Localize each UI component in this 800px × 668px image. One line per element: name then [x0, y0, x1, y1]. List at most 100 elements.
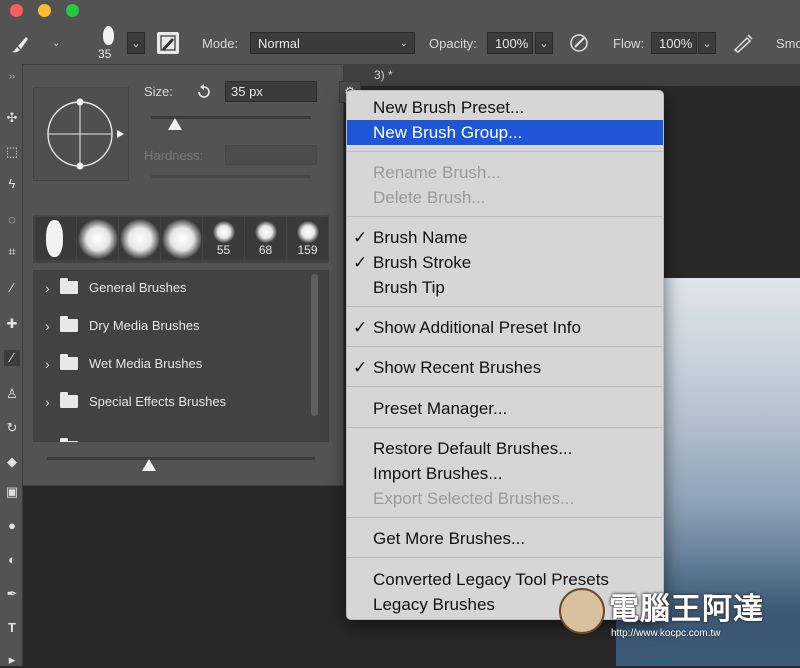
folder-icon [60, 316, 78, 332]
opacity-label: Opacity: [429, 36, 477, 51]
menu-separator [347, 306, 663, 307]
mode-select[interactable]: Normal ⌄ [250, 32, 415, 54]
airbrush-button[interactable] [731, 32, 755, 54]
menu-item-show-recent-brushes[interactable]: ✓ Show Recent Brushes [347, 355, 663, 380]
menu-item-preset-manager[interactable]: Preset Manager... [347, 396, 663, 421]
brush-panel-flyout-menu: New Brush Preset... New Brush Group... R… [346, 90, 664, 620]
folder-row[interactable]: › Special Effects Brushes [33, 384, 309, 422]
close-window-button[interactable] [10, 4, 23, 17]
recent-brush-tip[interactable] [35, 217, 76, 260]
menu-item-new-brush-group[interactable]: New Brush Group... [347, 120, 663, 145]
menu-item-brush-tip[interactable]: Brush Tip [347, 275, 663, 300]
zoom-window-button[interactable] [66, 4, 79, 17]
folder-row[interactable]: › Dry Media Brushes [33, 308, 309, 346]
folder-icon [60, 392, 78, 408]
clone-stamp-tool-icon[interactable]: ♙ [4, 386, 20, 402]
brush-angle-preview[interactable] [33, 87, 129, 181]
preview-size-slider-thumb[interactable] [142, 459, 156, 471]
chevron-right-icon: › [45, 440, 50, 442]
preview-size-slider-track[interactable] [47, 457, 315, 460]
brush-size-readout: 35 [98, 47, 112, 61]
reset-size-button[interactable] [195, 83, 213, 101]
menu-item-restore-default-brushes[interactable]: Restore Default Brushes... [347, 436, 663, 461]
folder-row[interactable]: › General Brushes [33, 270, 309, 308]
recent-brush-tip[interactable]: 55 [203, 217, 244, 260]
history-brush-tool-icon[interactable]: ↻ [4, 420, 20, 436]
airbrush-icon [733, 34, 753, 53]
blur-tool-icon[interactable]: ● [4, 518, 20, 534]
healing-tool-icon[interactable]: ✚ [4, 316, 20, 332]
menu-item-delete-brush: Delete Brush... [373, 188, 486, 207]
watermark-brand-text: 電腦王阿達 [609, 593, 764, 626]
mascot-logo [559, 588, 605, 634]
recent-brush-tip[interactable]: 68 [245, 217, 286, 260]
gradient-tool-icon[interactable]: ▣ [4, 484, 20, 500]
flow-dropdown-button[interactable]: ⌄ [698, 32, 716, 54]
hardness-label: Hardness: [144, 148, 204, 163]
minimize-window-button[interactable] [38, 4, 51, 17]
menu-item-rename-brush: Rename Brush... [373, 163, 501, 182]
brush-preset-panel: Size: 35 px ⚙ Hardness: 55 68 159 [22, 64, 361, 486]
pressure-opacity-button[interactable] [568, 32, 590, 54]
menu-item-get-more-brushes[interactable]: Get More Brushes... [347, 526, 663, 551]
brush-folder-list: › General Brushes › Dry Media Brushes › … [33, 270, 329, 442]
hardness-slider-track [151, 175, 311, 178]
soft-round-brush-tip-icon [161, 219, 202, 259]
eraser-tool-icon[interactable]: ◆ [4, 454, 20, 470]
brush-preset-dropdown-button[interactable]: ⌄ [127, 32, 145, 54]
chevron-right-icon: › [45, 318, 50, 334]
size-input[interactable]: 35 px [225, 81, 317, 102]
menu-separator [347, 346, 663, 347]
pen-tool-icon[interactable]: ✒ [4, 586, 20, 602]
brush-preset-picker[interactable]: 35 [90, 26, 130, 62]
folder-row[interactable]: › [33, 430, 309, 442]
spatter-brush-tip-icon [46, 220, 63, 257]
brush-tip-size: 68 [258, 243, 273, 257]
recent-brush-tip[interactable] [77, 217, 118, 260]
lasso-tool-icon[interactable]: ϟ [4, 176, 20, 192]
menu-item-new-brush-preset[interactable]: New Brush Preset... [347, 95, 663, 120]
opacity-input[interactable]: 100% [487, 32, 533, 54]
menu-separator [347, 427, 663, 428]
size-label: Size: [144, 84, 173, 99]
tool-preset-picker[interactable]: ⌄ [8, 33, 61, 55]
brush-tool-icon[interactable]: ⁄ [4, 350, 20, 366]
size-slider-thumb[interactable] [168, 118, 182, 130]
menu-item-import-brushes[interactable]: Import Brushes... [347, 461, 663, 486]
recent-brush-tip[interactable]: 159 [287, 217, 328, 260]
document-tab[interactable]: 3) * [374, 68, 393, 82]
pen-pressure-icon [570, 34, 588, 52]
checkmark-icon: ✓ [353, 358, 368, 377]
brush-tip-preview-icon [103, 26, 114, 45]
quick-select-tool-icon[interactable]: ◌ [4, 212, 20, 228]
type-tool-icon[interactable]: T [4, 620, 20, 636]
folder-icon [60, 438, 78, 442]
menu-separator [347, 517, 663, 518]
opacity-dropdown-button[interactable]: ⌄ [535, 32, 553, 54]
brush-settings-panel-toggle[interactable] [157, 32, 179, 54]
watermark-url: http://www.kocpc.com.tw [611, 628, 721, 639]
recent-brush-tip[interactable] [119, 217, 160, 260]
dodge-tool-icon[interactable]: ◐ [4, 552, 20, 568]
folder-row[interactable]: › Wet Media Brushes [33, 346, 309, 384]
eyedropper-tool-icon[interactable]: ⁄ [4, 280, 20, 296]
brush-tip-size: 159 [297, 243, 318, 257]
chevron-down-icon: ⌄ [52, 38, 61, 49]
move-tool-icon[interactable]: ✣ [4, 110, 20, 126]
reset-icon [198, 84, 210, 98]
menu-item-brush-name[interactable]: ✓ Brush Name [347, 225, 663, 250]
flow-input[interactable]: 100% [651, 32, 697, 54]
menu-item-brush-stroke[interactable]: ✓ Brush Stroke [347, 250, 663, 275]
soft-round-brush-tip-icon [212, 221, 235, 243]
smoothing-label: Smo [776, 36, 800, 51]
recent-brush-tip[interactable] [161, 217, 202, 260]
chevron-right-icon: › [45, 356, 50, 372]
document-tab-bar [344, 64, 800, 86]
marquee-tool-icon[interactable]: ⬚ [4, 144, 20, 160]
menu-item-show-additional-preset-info[interactable]: ✓ Show Additional Preset Info [347, 315, 663, 340]
crop-tool-icon[interactable]: ⌗ [4, 244, 20, 260]
options-bar: ⌄ 35 ⌄ Mode: Normal ⌄ Opacity: 100% ⌄ Fl… [0, 0, 800, 65]
list-scrollbar[interactable] [311, 274, 318, 416]
collapse-panel-icon[interactable]: ›› [4, 68, 20, 84]
flow-label: Flow: [613, 36, 645, 51]
